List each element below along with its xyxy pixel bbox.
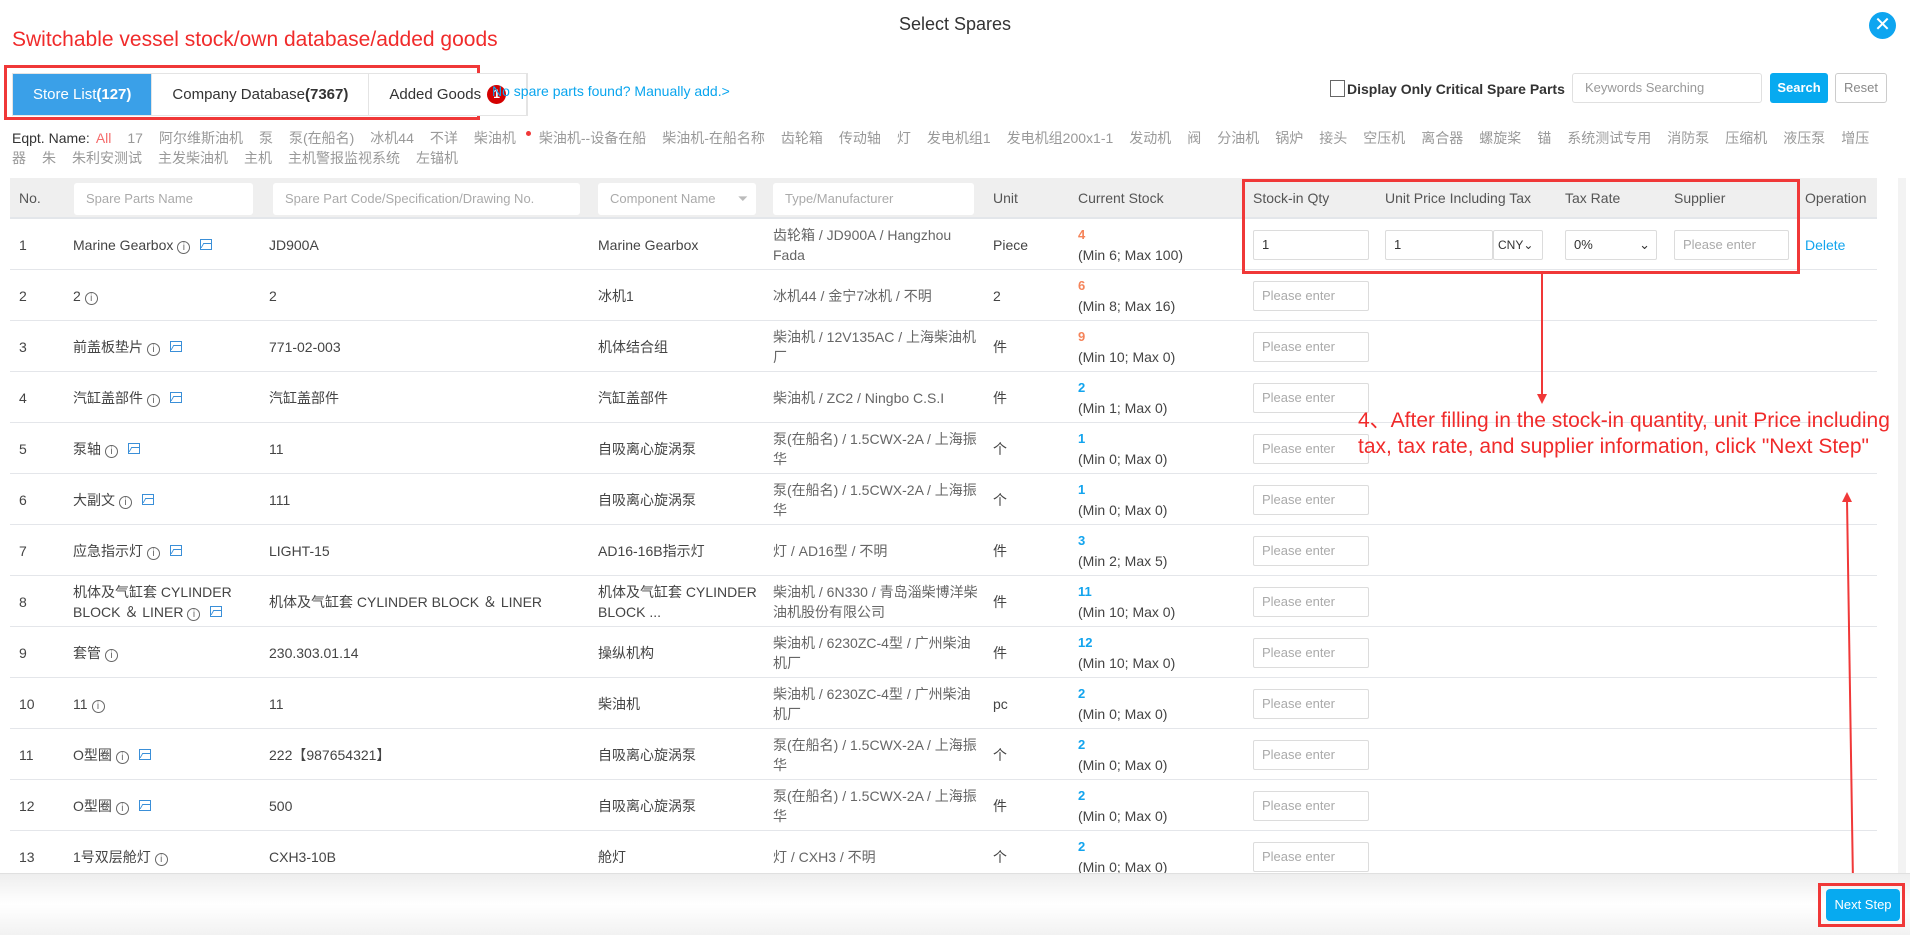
arrow-up	[1846, 499, 1854, 884]
arrow-head	[1537, 394, 1547, 404]
next-step-button[interactable]: Next Step	[1826, 889, 1900, 921]
annotation-arrows	[1537, 274, 1854, 884]
annotation-step: 4、After filling in the stock-in quantity…	[1358, 409, 1890, 458]
dialog-footer	[0, 873, 1910, 935]
arrow-head	[1842, 492, 1852, 502]
